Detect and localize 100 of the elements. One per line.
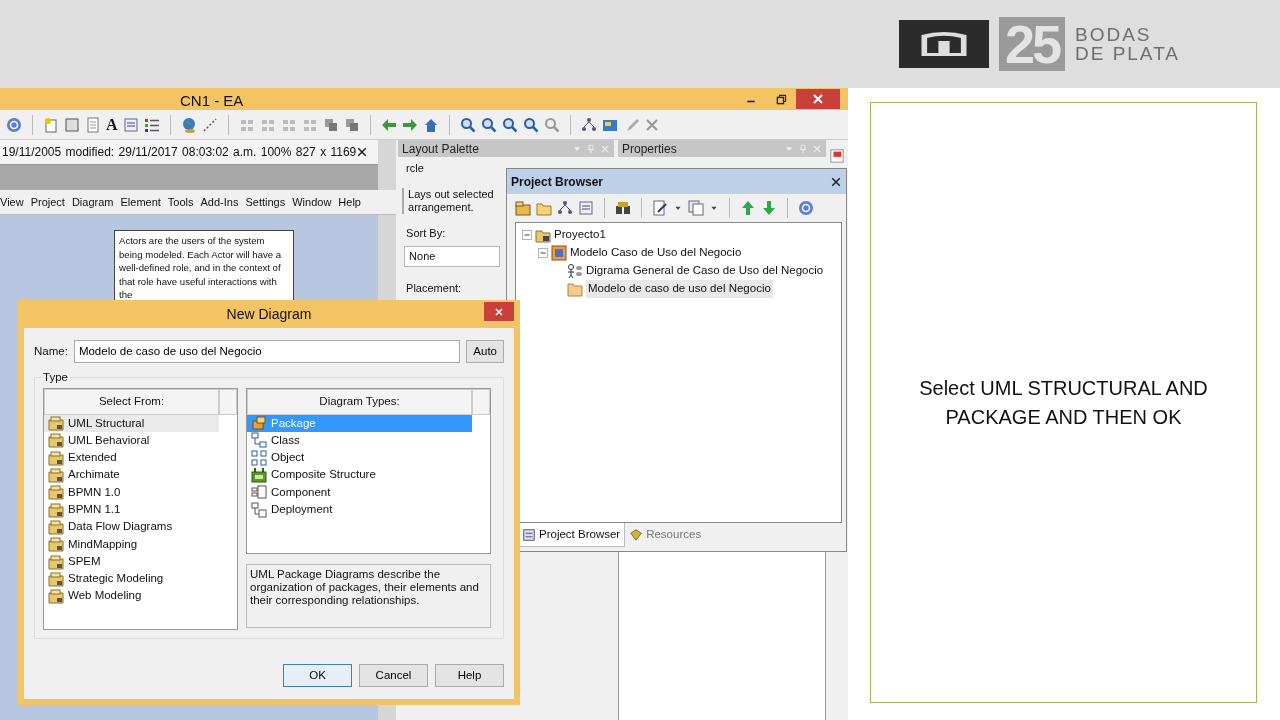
logo-text: DE PLATA [1074, 44, 1180, 63]
list-item[interactable]: Web Modeling [44, 587, 219, 605]
close-icon[interactable] [356, 146, 369, 158]
menu-item[interactable]: Element [120, 193, 161, 211]
name-field[interactable]: Modelo de caso de uso del Negocio [73, 340, 461, 364]
composite-icon [251, 467, 267, 484]
close-icon [493, 305, 505, 318]
auto-button[interactable]: Auto [466, 340, 504, 364]
list-item[interactable]: Object [247, 449, 422, 467]
zoom-icon[interactable] [522, 116, 539, 133]
package-folder-icon [48, 449, 64, 466]
panel-title: Project Browser [511, 173, 604, 191]
menu-item[interactable]: Diagram [71, 193, 114, 211]
dialog-button[interactable]: Cancel [359, 664, 428, 687]
pages-icon[interactable] [688, 200, 704, 216]
list-item[interactable]: Archimate [44, 466, 219, 484]
arrow-right-icon[interactable] [401, 116, 418, 133]
close-icon[interactable] [830, 175, 842, 188]
edit-icon[interactable] [652, 200, 668, 216]
square-icon[interactable] [64, 116, 80, 133]
zoom-icon[interactable] [480, 116, 497, 133]
close-button[interactable] [796, 89, 840, 109]
binoculars-icon[interactable] [615, 200, 631, 216]
text-tool-button[interactable]: A [106, 112, 118, 137]
placement-label: Placement: [405, 280, 463, 296]
panel-tab[interactable]: Resources [625, 523, 706, 547]
close-button[interactable] [484, 302, 514, 321]
help-icon[interactable] [798, 200, 814, 216]
dialog-button[interactable]: Help [435, 664, 504, 687]
dialog-button[interactable]: OK [283, 664, 352, 687]
sort-label: Sort By: [405, 225, 447, 241]
package-folder-icon [48, 467, 64, 484]
deployment-icon [251, 501, 267, 518]
menu-item[interactable]: Window [292, 193, 332, 211]
package-folder-icon [48, 501, 64, 518]
menu-item[interactable]: Project [30, 193, 65, 211]
tree-item[interactable]: Modelo Caso de Uso del Negocio [570, 244, 742, 262]
list-item[interactable]: Composite Structure [247, 466, 422, 484]
folder-icon[interactable] [536, 200, 552, 216]
list-item[interactable]: Data Flow Diagrams [44, 518, 219, 536]
arrow-down-icon[interactable] [761, 200, 777, 216]
list-icon[interactable] [143, 116, 160, 133]
expander-icon[interactable] [538, 248, 548, 258]
document-icon[interactable] [578, 200, 594, 216]
zoom-icon[interactable] [543, 116, 560, 133]
list-item[interactable]: SPEM [44, 552, 219, 571]
menu-item[interactable]: Tools [167, 193, 194, 211]
dashed-line-icon[interactable] [201, 116, 218, 133]
menu-item[interactable]: View [0, 193, 24, 211]
list-item[interactable]: Extended [44, 449, 219, 467]
package-folder-icon [48, 553, 64, 570]
list-item[interactable]: Component [247, 483, 422, 501]
list-item[interactable]: BPMN 1.0 [44, 483, 219, 501]
package-folder-icon [48, 518, 64, 535]
cross-icon[interactable] [643, 116, 660, 133]
panel-title: Layout Palette [402, 140, 479, 158]
tree-item[interactable]: Modelo de caso de uso del Negocio [586, 280, 773, 298]
globe-icon[interactable] [180, 116, 197, 133]
list-item[interactable]: Class [247, 431, 422, 450]
tree-item[interactable]: Proyecto1 [554, 226, 606, 244]
tree-item[interactable]: Digrama General de Caso de Uso del Negocio [586, 262, 824, 280]
layout-name: rcle [405, 161, 425, 176]
browser-icon [522, 527, 536, 542]
list-item[interactable]: MindMapping [44, 535, 219, 553]
menu-item[interactable]: Help [338, 193, 361, 211]
tree-icon[interactable] [557, 200, 573, 216]
zoom-icon[interactable] [459, 116, 476, 133]
zoom-icon[interactable] [501, 116, 518, 133]
menu-item[interactable]: Add-Ins [200, 193, 239, 211]
expander-icon[interactable] [522, 230, 532, 240]
panel-title: Properties [622, 140, 677, 158]
list-item[interactable]: Strategic Modeling [44, 570, 219, 588]
new-document-icon[interactable] [43, 116, 59, 133]
panel-tab[interactable]: Project Browser [517, 523, 626, 548]
package-folder-icon [48, 536, 64, 553]
dialog-title: New Diagram [226, 304, 312, 324]
document-info: 19/11/2005 modified: 29/11/2017 08:03:02 a.m. 100% 827 x 1169 [2, 144, 357, 161]
name-label: Name: [34, 344, 68, 359]
logo-text: BODAS [1074, 25, 1153, 44]
sort-dropdown[interactable]: None [404, 246, 501, 267]
diagram-description: UML Package Diagrams describe the organization of packages, their elements and their corresponding relationships. [246, 564, 491, 629]
page-icon[interactable] [85, 116, 101, 133]
tree-icon[interactable] [580, 116, 597, 133]
list-item[interactable]: Deployment [247, 501, 422, 519]
arrow-up-icon[interactable] [740, 200, 756, 216]
instruction-text: Select UML STRUCTURAL AND PACKAGE AND THEN OK [918, 375, 1209, 430]
package-icon[interactable] [515, 200, 531, 216]
layers-icon[interactable] [322, 116, 339, 133]
menu-item[interactable]: Settings [245, 193, 286, 211]
window-title: CN1 - EA [180, 91, 244, 111]
resources-icon [629, 527, 644, 542]
layers-icon[interactable] [343, 116, 360, 133]
project-icon [535, 227, 551, 243]
help-icon[interactable] [6, 116, 22, 133]
list-item[interactable]: UML Behavioral [44, 431, 219, 450]
package-icon [251, 415, 267, 432]
package-folder-icon [48, 432, 64, 449]
class-icon [251, 432, 267, 449]
flag-icon[interactable] [830, 148, 844, 163]
list-item[interactable]: BPMN 1.1 [44, 501, 219, 519]
